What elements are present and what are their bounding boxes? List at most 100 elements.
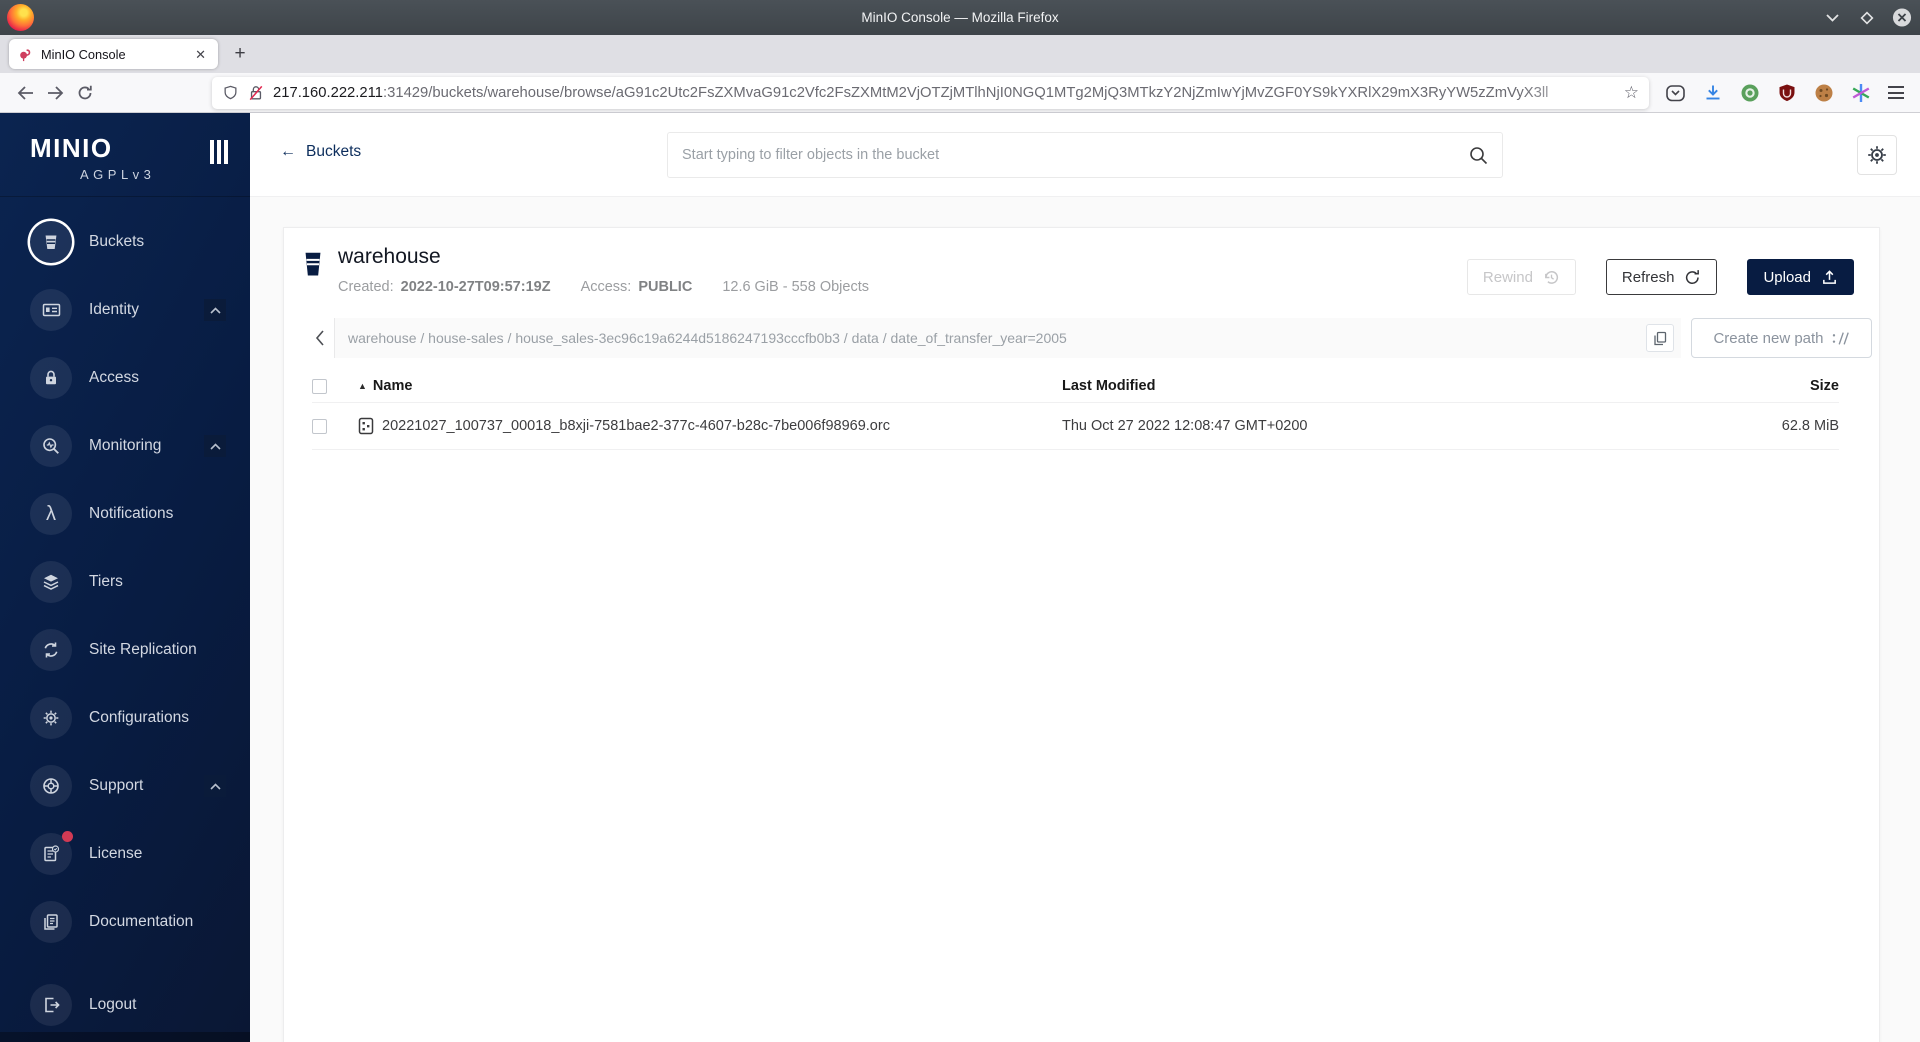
object-size: 62.8 MiB [1781,418,1839,434]
sort-ascending-icon[interactable]: ▲ [358,381,367,391]
back-to-buckets-link[interactable]: ← Buckets [280,143,361,161]
search-input[interactable] [668,147,1468,163]
cookie-extension-icon[interactable] [1814,83,1834,103]
insecure-lock-icon[interactable] [248,84,264,102]
license-icon [30,831,73,875]
minimize-icon[interactable] [1822,8,1842,28]
tab-close-icon[interactable]: ✕ [192,46,209,63]
table-row[interactable]: 20221027_100737_00018_b8xji-7581bae2-377… [312,403,1839,450]
identity-card-icon [30,289,72,331]
search-icon [1468,145,1502,166]
tracking-shield-icon[interactable] [222,84,239,102]
column-header-size[interactable]: Size [1699,378,1839,394]
sidebar-item-documentation[interactable]: Documentation [0,888,250,956]
tab-minio-console[interactable]: MinIO Console ✕ [9,39,218,69]
sidebar-item-label: Tiers [89,573,123,590]
pocket-icon[interactable] [1665,83,1686,103]
reload-icon[interactable] [70,78,100,108]
chevron-up-icon[interactable] [204,435,226,457]
close-icon[interactable] [1892,8,1912,28]
gear-icon [1868,146,1886,164]
download-icon[interactable] [1703,83,1723,103]
row-checkbox[interactable] [312,418,327,434]
copy-icon [1654,331,1667,345]
bucket-name: warehouse [338,245,441,268]
minio-favicon-icon [20,48,31,61]
file-icon [358,417,374,435]
bucket-icon [30,221,72,263]
breadcrumb-row: warehouse / house-sales / house_sales-3e… [305,318,1872,358]
gear-icon [30,697,72,739]
ublock-origin-icon[interactable] [1777,83,1797,103]
copy-path-button[interactable] [1646,324,1674,352]
object-modified: Thu Oct 27 2022 12:08:47 GMT+0200 [1062,418,1308,434]
forward-nav-icon[interactable] [40,78,70,108]
tab-title: MinIO Console [41,46,126,62]
create-new-path-button[interactable]: Create new path [1691,318,1872,358]
rewind-button[interactable]: Rewind [1466,259,1576,295]
sidebar-item-label: Monitoring [89,437,162,454]
sidebar-item-label: Documentation [89,913,194,930]
bookmark-star-icon[interactable]: ☆ [1624,83,1639,103]
sidebar-item-support[interactable]: Support [0,752,250,820]
breadcrumb-back-button[interactable] [305,318,335,358]
select-all-cell [312,378,358,394]
chevron-left-icon [315,330,324,346]
chevron-up-icon[interactable] [204,775,226,797]
back-arrow-icon: ← [280,143,296,160]
window-titlebar: MinIO Console — Mozilla Firefox [0,0,1920,35]
table-header: ▲ Name Last Modified Size [312,370,1839,403]
bucket-access[interactable]: Access: PUBLIC [581,279,693,295]
sidebar-item-tiers[interactable]: Tiers [0,548,250,616]
object-name-cell[interactable]: 20221027_100737_00018_b8xji-7581bae2-377… [358,417,1062,435]
logo-block: MINIO AGPLv3 [0,113,250,197]
tab-bar: MinIO Console ✕ + [0,35,1920,73]
new-tab-button[interactable]: + [226,40,254,68]
sidebar-item-access[interactable]: Access [0,344,250,412]
maximize-icon[interactable] [1857,8,1877,28]
lock-icon [30,357,72,399]
lambda-icon: λ [30,493,72,535]
sidebar-item-label: Logout [89,996,137,1013]
sidebar-item-site-replication[interactable]: Site Replication [0,616,250,684]
bucket-actions: Rewind Refresh Upload [1466,245,1854,295]
chevron-up-icon[interactable] [204,299,226,321]
url-bar[interactable]: 217.160.222.211:31429/buckets/warehouse/… [212,76,1649,109]
sidebar-item-license[interactable]: License [0,820,250,888]
bucket-info: warehouse Created: 2022-10-27T09:57:19Z A… [338,245,899,295]
sidebar-item-configurations[interactable]: Configurations [0,684,250,752]
bucket-meta: Created: 2022-10-27T09:57:19Z Access: PUBL… [338,279,899,295]
firefox-logo-icon [7,4,34,31]
url-text[interactable]: 217.160.222.211:31429/buckets/warehouse/… [273,85,1615,101]
select-all-checkbox[interactable] [312,378,327,394]
extension-green-icon[interactable] [1740,83,1760,103]
multicolor-asterisk-extension-icon[interactable] [1851,83,1871,103]
sidebar-collapse-icon[interactable] [210,140,228,164]
sidebar-item-identity[interactable]: Identity [0,276,250,344]
minio-console-app: MINIO AGPLv3 Buckets Identity Access Mon… [0,113,1920,1042]
browser-toolbar: 217.160.222.211:31429/buckets/warehouse/… [0,73,1920,113]
column-header-name[interactable]: ▲ Name [358,378,1062,394]
back-nav-icon[interactable] [10,78,40,108]
sidebar-item-logout[interactable]: Logout [0,971,250,1039]
upload-button[interactable]: Upload [1747,259,1854,295]
sidebar-item-label: License [89,845,143,862]
menu-hamburger-icon[interactable] [1888,86,1904,99]
object-filter-search [667,132,1503,178]
upload-icon [1823,269,1836,284]
breadcrumb-path[interactable]: warehouse / house-sales / house_sales-3e… [348,330,1638,346]
license-tag: AGPLv3 [80,167,156,182]
sidebar-item-monitoring[interactable]: Monitoring [0,412,250,480]
column-header-modified[interactable]: Last Modified [1062,378,1699,394]
window-title: MinIO Console — Mozilla Firefox [861,10,1059,25]
main-area: ← Buckets wareh [250,113,1920,1042]
sidebar-item-buckets[interactable]: Buckets [0,208,250,276]
bucket-settings-button[interactable] [1857,135,1897,175]
sidebar: MINIO AGPLv3 Buckets Identity Access Mon… [0,113,250,1042]
rewind-icon [1544,270,1559,284]
documentation-icon [30,901,72,943]
page-header: ← Buckets [250,113,1920,197]
toolbar-extensions [1665,83,1910,103]
refresh-button[interactable]: Refresh [1605,259,1718,295]
sidebar-item-notifications[interactable]: λ Notifications [0,480,250,548]
